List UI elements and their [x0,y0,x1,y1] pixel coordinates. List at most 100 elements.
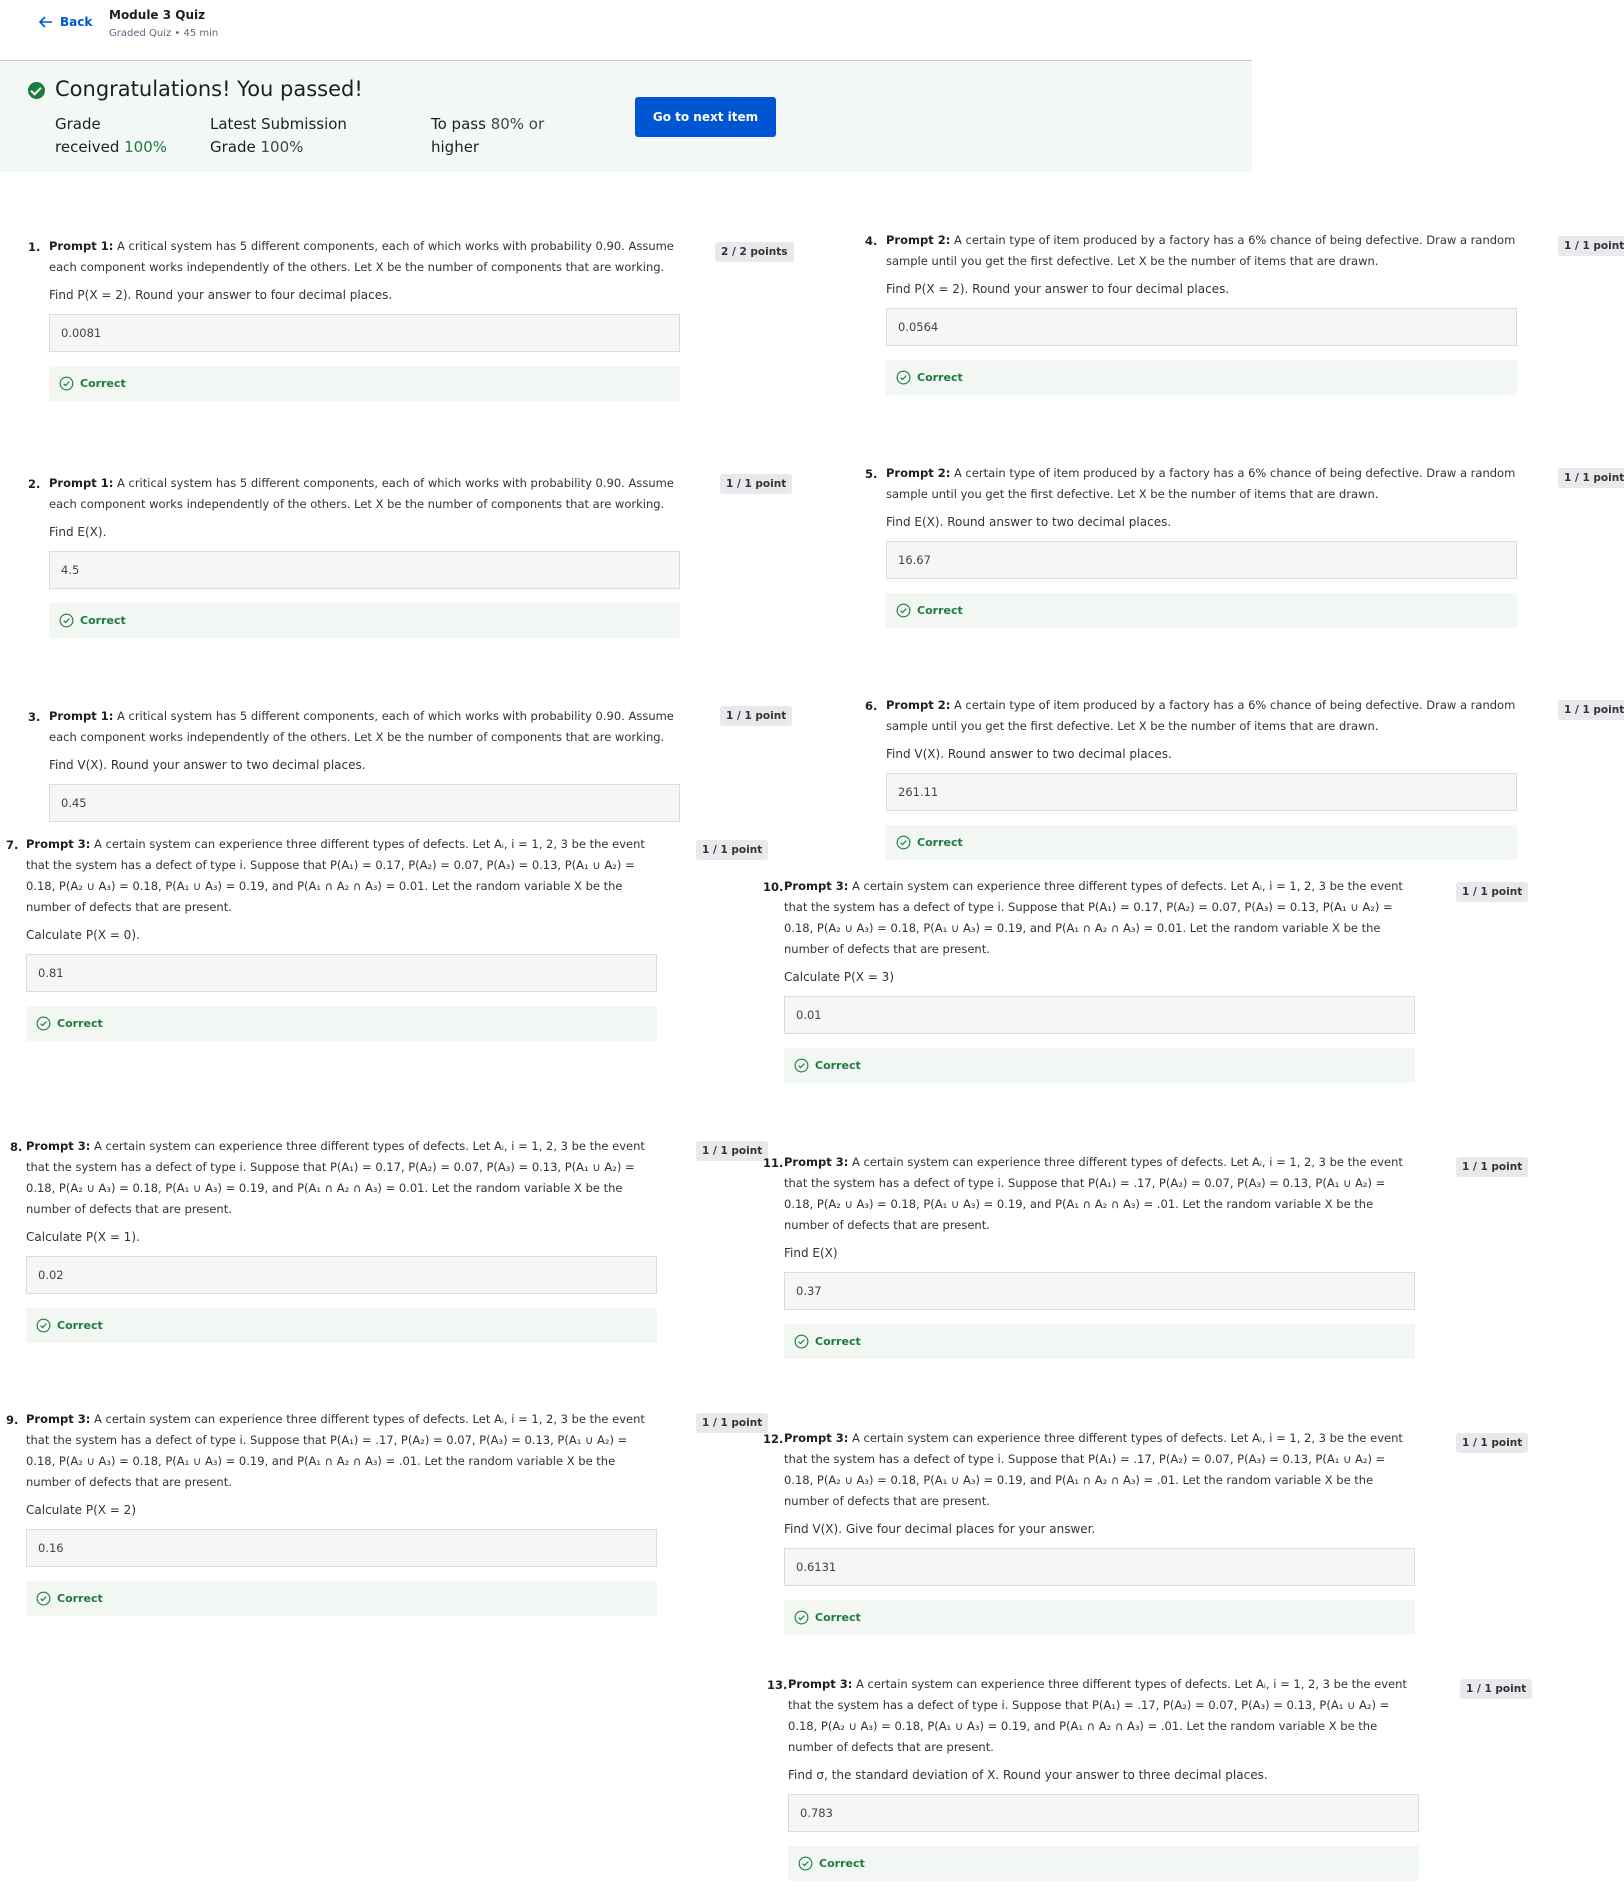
points-badge: 2 / 2 points [715,242,794,262]
correct-label: Correct [815,1611,861,1624]
question-number: 7. [6,838,19,852]
answer-field[interactable]: 0.01 [784,996,1415,1034]
question-ask: Calculate P(X = 1). [26,1230,140,1244]
correct-feedback: Correct [886,825,1517,860]
prompt-label: Prompt 3: [784,1155,849,1169]
question-ask: Find P(X = 2). Round your answer to four… [49,288,393,302]
question-ask: Calculate P(X = 0). [26,928,140,942]
answer-field[interactable]: 0.783 [788,1794,1419,1832]
points-badge: 1 / 1 point [1456,1433,1529,1453]
prompt-body: A certain system can experience three di… [26,1412,645,1489]
question-ask: Find σ, the standard deviation of X. Rou… [788,1768,1268,1782]
correct-feedback: Correct [788,1846,1419,1881]
go-to-next-item-button[interactable]: Go to next item [635,97,776,137]
arrow-left-icon [38,16,52,28]
question-7: Prompt 3: A certain system can experienc… [26,834,657,1041]
answer-field[interactable]: 0.81 [26,954,657,992]
answer-field[interactable]: 16.67 [886,541,1517,579]
question-number: 10. [763,880,784,894]
pass-threshold: To pass 80% or higher [431,115,545,156]
correct-label: Correct [917,836,963,849]
pass-threshold-value: 80% or [490,115,545,133]
question-11: Prompt 3: A certain system can experienc… [784,1152,1415,1359]
points-badge: 1 / 1 point [696,1141,769,1161]
question-ask: Find E(X). [49,525,107,539]
check-circle-outline-icon [59,613,74,628]
grade-value: 100% [124,138,168,156]
correct-feedback: Correct [784,1324,1415,1359]
question-ask: Find E(X). Round answer to two decimal p… [886,515,1172,529]
answer-field[interactable]: 0.0564 [886,308,1517,346]
prompt-label: Prompt 3: [784,879,849,893]
question-number: 5. [865,467,878,481]
correct-label: Correct [815,1335,861,1348]
answer-field[interactable]: 4.5 [49,551,680,589]
answer-field[interactable]: 0.6131 [784,1548,1415,1586]
question-text: Prompt 1: A critical system has 5 differ… [49,706,680,748]
correct-label: Correct [57,1592,103,1605]
question-number: 3. [28,710,41,724]
question-number: 12. [763,1432,784,1446]
prompt-label: Prompt 2: [886,698,951,712]
prompt-body: A certain system can experience three di… [784,1155,1403,1232]
prompt-label: Prompt 3: [788,1677,853,1691]
answer-field[interactable]: 0.0081 [49,314,680,352]
prompt-label: Prompt 2: [886,466,951,480]
correct-label: Correct [57,1017,103,1030]
answer-field[interactable]: 0.16 [26,1529,657,1567]
question-text: Prompt 2: A certain type of item produce… [886,230,1517,272]
question-number: 4. [865,234,878,248]
correct-feedback: Correct [49,366,680,401]
check-circle-outline-icon [896,603,911,618]
correct-feedback: Correct [784,1048,1415,1083]
question-text: Prompt 2: A certain type of item produce… [886,695,1517,737]
grade-received: Grade received 100% [55,115,168,156]
correct-label: Correct [917,371,963,384]
question-number: 2. [28,477,41,491]
question-5: Prompt 2: A certain type of item produce… [886,463,1517,628]
header-divider [0,60,1252,61]
points-badge: 1 / 1 point [1558,700,1624,720]
check-circle-outline-icon [59,376,74,391]
question-number: 9. [6,1413,19,1427]
prompt-label: Prompt 3: [26,1412,91,1426]
prompt-label: Prompt 3: [784,1431,849,1445]
question-6: Prompt 2: A certain type of item produce… [886,695,1517,860]
question-number: 1. [28,240,41,254]
back-label: Back [60,15,93,29]
correct-label: Correct [80,377,126,390]
correct-feedback: Correct [26,1006,657,1041]
prompt-label: Prompt 3: [26,837,91,851]
check-circle-outline-icon [794,1334,809,1349]
question-number: 8. [10,1140,23,1154]
points-badge: 1 / 1 point [696,1413,769,1433]
question-ask: Calculate P(X = 2) [26,1503,136,1517]
prompt-label: Prompt 1: [49,709,114,723]
answer-field[interactable]: 0.37 [784,1272,1415,1310]
points-badge: 1 / 1 point [696,840,769,860]
prompt-body: A certain system can experience three di… [784,1431,1403,1508]
points-badge: 1 / 1 point [1456,1157,1529,1177]
correct-label: Correct [815,1059,861,1072]
answer-field[interactable]: 261.11 [886,773,1517,811]
question-number: 11. [763,1156,784,1170]
question-text: Prompt 3: A certain system can experienc… [784,1428,1415,1512]
question-8: Prompt 3: A certain system can experienc… [26,1136,657,1343]
answer-field[interactable]: 0.45 [49,784,680,822]
prompt-label: Prompt 1: [49,239,114,253]
pass-title: Congratulations! You passed! [55,77,363,101]
check-circle-outline-icon [36,1016,51,1031]
question-text: Prompt 3: A certain system can experienc… [788,1674,1419,1758]
prompt-body: A certain system can experience three di… [26,837,645,914]
question-10: Prompt 3: A certain system can experienc… [784,876,1415,1083]
question-13: Prompt 3: A certain system can experienc… [788,1674,1419,1881]
prompt-body: A certain system can experience three di… [784,879,1403,956]
answer-field[interactable]: 0.02 [26,1256,657,1294]
question-ask: Find V(X). Round answer to two decimal p… [886,747,1172,761]
prompt-label: Prompt 1: [49,476,114,490]
correct-feedback: Correct [49,603,680,638]
check-circle-outline-icon [798,1856,813,1871]
prompt-label: Prompt 2: [886,233,951,247]
back-link[interactable]: Back [38,14,92,30]
prompt-body: A certain type of item produced by a fac… [886,698,1516,733]
